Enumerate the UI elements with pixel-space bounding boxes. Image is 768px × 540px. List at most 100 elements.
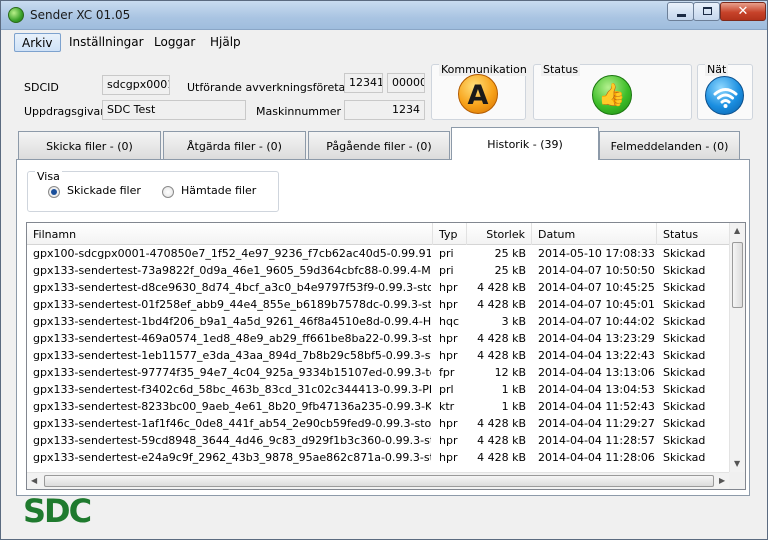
table-row[interactable]: gpx133-sendertest-01f258ef_abb9_44e4_855… <box>27 296 732 313</box>
scroll-left-icon[interactable]: ◀ <box>31 476 37 485</box>
table-row[interactable]: gpx133-sendertest-f3402c6d_58bc_463b_83c… <box>27 381 732 398</box>
cell-filnamn: gpx133-sendertest-f3402c6d_58bc_463b_83c… <box>33 383 431 396</box>
maximize-button[interactable] <box>693 2 720 21</box>
radio-skickade-label[interactable]: Skickade filer <box>67 184 141 197</box>
tab-historik[interactable]: Historik - (39) <box>451 127 599 160</box>
cell-status: Skickad <box>663 451 706 464</box>
cell-status: Skickad <box>663 349 706 362</box>
cell-storlek: 1 kB <box>501 383 526 396</box>
minimize-button[interactable] <box>667 2 694 21</box>
table-row[interactable]: gpx133-sendertest-e24a9c9f_2962_43b3_987… <box>27 449 732 466</box>
list-rows: gpx100-sdcgpx0001-470850e7_1f52_4e97_923… <box>27 245 732 473</box>
status-title: Status <box>541 63 581 76</box>
cell-storlek: 25 kB <box>494 247 526 260</box>
thumbs-up-icon[interactable]: 👍 <box>592 75 632 115</box>
cell-datum: 2014-04-04 13:04:53 <box>538 383 655 396</box>
sdcid-label: SDCID <box>24 81 59 94</box>
sdc-logo-text: SDC <box>23 492 91 526</box>
cell-status: Skickad <box>663 434 706 447</box>
cell-status: Skickad <box>663 366 706 379</box>
wifi-icon[interactable] <box>705 76 744 115</box>
app-icon <box>8 7 24 23</box>
table-row[interactable]: gpx133-sendertest-8233bc00_9aeb_4e61_8b2… <box>27 398 732 415</box>
communication-status-letter: A <box>467 80 489 111</box>
tab-felmeddelanden[interactable]: Felmeddelanden - (0) <box>599 131 740 159</box>
cell-datum: 2014-04-04 11:29:27 <box>538 417 655 430</box>
scroll-up-icon[interactable]: ▲ <box>734 226 740 235</box>
title-bar: Sender XC 01.05 ✕ <box>1 1 767 30</box>
scroll-right-icon[interactable]: ▶ <box>719 476 725 485</box>
cell-storlek: 25 kB <box>494 264 526 277</box>
table-row[interactable]: gpx133-sendertest-1af1f46c_0de8_441f_ab5… <box>27 415 732 432</box>
cell-filnamn: gpx133-sendertest-01f258ef_abb9_44e4_855… <box>33 298 431 311</box>
table-row[interactable]: gpx100-sdcgpx0001-470850e7_1f52_4e97_923… <box>27 245 732 262</box>
table-row[interactable]: gpx133-sendertest-1bd4f206_b9a1_4a5d_926… <box>27 313 732 330</box>
radio-skickade[interactable] <box>48 186 60 198</box>
cell-filnamn: gpx133-sendertest-59cd8948_3644_4d46_9c8… <box>33 434 431 447</box>
cell-filnamn: gpx133-sendertest-1eb11577_e3da_43aa_894… <box>33 349 431 362</box>
foretag-field-1: 12341 <box>344 73 383 93</box>
tab-atgarda-filer[interactable]: Åtgärda filer - (0) <box>163 131 306 159</box>
menu-installningar[interactable]: Inställningar <box>62 33 151 52</box>
cell-typ: hpr <box>439 332 458 345</box>
cell-typ: hpr <box>439 349 458 362</box>
table-row[interactable]: gpx133-sendertest-59cd8948_3644_4d46_9c8… <box>27 432 732 449</box>
table-row[interactable]: gpx133-sendertest-1eb11577_e3da_43aa_894… <box>27 347 732 364</box>
col-filnamn[interactable]: Filnamn <box>27 223 433 245</box>
menu-loggar[interactable]: Loggar <box>147 33 202 52</box>
sdc-logo: SDC <box>23 492 93 526</box>
tab-pagaende-filer[interactable]: Pågående filer - (0) <box>308 131 450 159</box>
cell-typ: hpr <box>439 281 458 294</box>
cell-typ: fpr <box>439 366 455 379</box>
cell-typ: pri <box>439 247 454 260</box>
cell-filnamn: gpx133-sendertest-97774f35_94e7_4c04_925… <box>33 366 431 379</box>
table-row[interactable]: gpx133-sendertest-97774f35_94e7_4c04_925… <box>27 364 732 381</box>
cell-datum: 2014-04-07 10:45:01 <box>538 298 655 311</box>
main-window: Sender XC 01.05 ✕ Arkiv Inställningar Lo… <box>0 0 768 540</box>
cell-filnamn: gpx133-sendertest-e24a9c9f_2962_43b3_987… <box>33 451 431 464</box>
cell-datum: 2014-04-04 13:23:29 <box>538 332 655 345</box>
menu-hjalp[interactable]: Hjälp <box>203 33 248 52</box>
table-row[interactable]: gpx133-sendertest-d8ce9630_8d74_4bcf_a3c… <box>27 279 732 296</box>
cell-status: Skickad <box>663 264 706 277</box>
cell-filnamn: gpx133-sendertest-73a9822f_0d9a_46e1_960… <box>33 264 431 277</box>
cell-status: Skickad <box>663 332 706 345</box>
radio-hamtade[interactable] <box>162 186 174 198</box>
close-icon: ✕ <box>737 4 749 19</box>
menu-arkiv[interactable]: Arkiv <box>14 33 61 52</box>
cell-storlek: 1 kB <box>501 400 526 413</box>
horizontal-scroll-thumb[interactable] <box>44 475 714 487</box>
communication-status-icon[interactable]: A <box>458 74 498 114</box>
col-storlek[interactable]: Storlek <box>467 223 532 245</box>
cell-filnamn: gpx100-sdcgpx0001-470850e7_1f52_4e97_923… <box>33 247 431 260</box>
cell-typ: hpr <box>439 451 458 464</box>
cell-datum: 2014-04-04 13:22:43 <box>538 349 655 362</box>
table-row[interactable]: gpx133-sendertest-469a0574_1ed8_48e9_ab2… <box>27 330 732 347</box>
cell-storlek: 4 428 kB <box>477 434 526 447</box>
history-list[interactable]: Filnamn Typ Storlek Datum Status gpx100-… <box>26 222 746 490</box>
tab-skicka-filer[interactable]: Skicka filer - (0) <box>18 131 161 159</box>
cell-storlek: 4 428 kB <box>477 349 526 362</box>
close-button[interactable]: ✕ <box>720 2 766 21</box>
col-typ[interactable]: Typ <box>433 223 467 245</box>
vertical-scrollbar[interactable]: ▲ ▼ <box>729 223 745 473</box>
cell-status: Skickad <box>663 298 706 311</box>
radio-hamtade-label[interactable]: Hämtade filer <box>181 184 256 197</box>
cell-storlek: 4 428 kB <box>477 281 526 294</box>
cell-storlek: 3 kB <box>501 315 526 328</box>
col-datum[interactable]: Datum <box>532 223 657 245</box>
vertical-scroll-thumb[interactable] <box>732 242 743 308</box>
cell-status: Skickad <box>663 383 706 396</box>
scroll-corner <box>729 472 745 489</box>
cell-storlek: 4 428 kB <box>477 332 526 345</box>
maximize-icon <box>703 7 712 15</box>
cell-status: Skickad <box>663 417 706 430</box>
table-row[interactable]: gpx133-sendertest-73a9822f_0d9a_46e1_960… <box>27 262 732 279</box>
cell-filnamn: gpx133-sendertest-1af1f46c_0de8_441f_ab5… <box>33 417 431 430</box>
tab-strip: Skicka filer - (0) Åtgärda filer - (0) P… <box>1 127 767 160</box>
foretag-field-2: 00000 <box>387 73 425 93</box>
cell-typ: prl <box>439 383 454 396</box>
scroll-down-icon[interactable]: ▼ <box>734 459 740 468</box>
horizontal-scrollbar[interactable]: ◀ ▶ <box>27 472 732 489</box>
col-status[interactable]: Status <box>657 223 732 245</box>
